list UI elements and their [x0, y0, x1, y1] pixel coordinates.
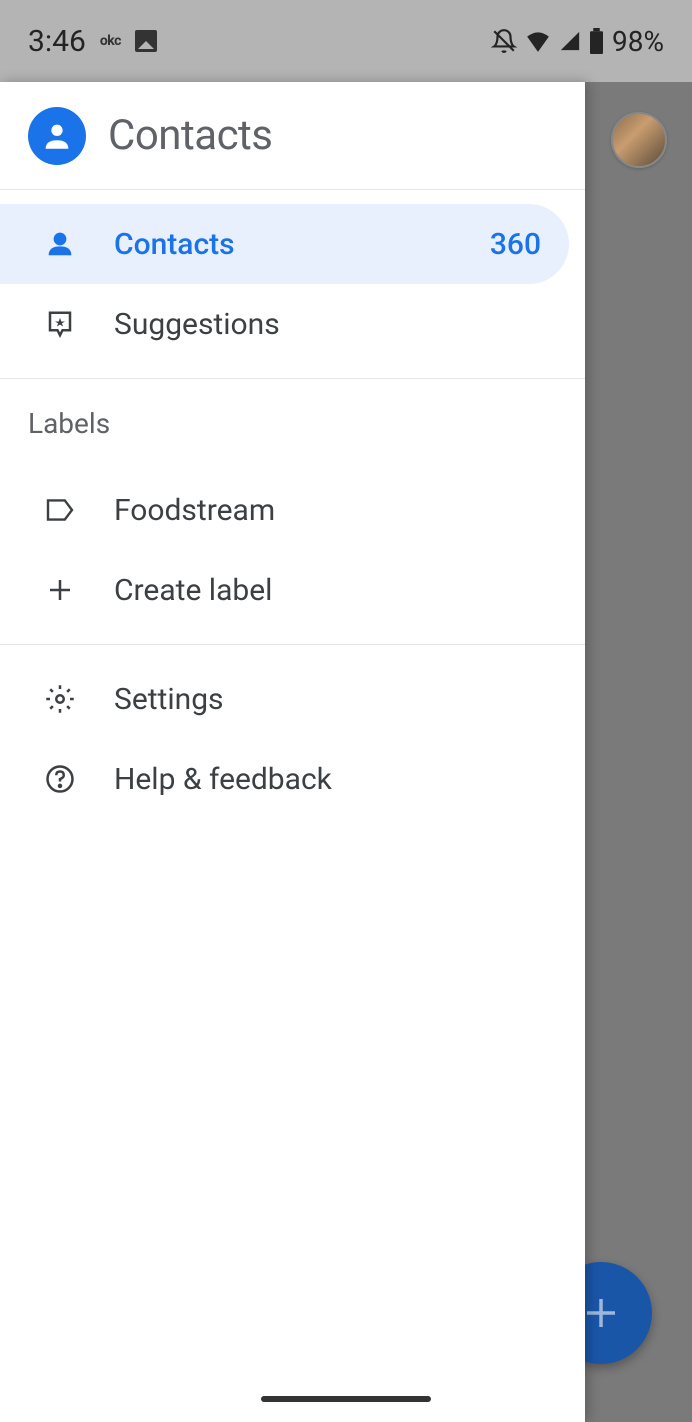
- status-left: 3:46 okc: [28, 24, 157, 59]
- navigation-drawer: Contacts Contacts 360 Suggestions Lab: [0, 82, 585, 1422]
- plus-icon: [44, 574, 76, 606]
- battery-percentage: 98%: [612, 25, 664, 58]
- signal-icon: [559, 30, 581, 52]
- okc-icon: okc: [100, 33, 121, 49]
- person-icon: [44, 228, 76, 260]
- nav-item-label: Create label: [114, 573, 557, 608]
- nav-item-label: Foodstream: [114, 493, 557, 528]
- drawer-header: Contacts: [0, 82, 585, 190]
- labels-section-header: Labels: [0, 379, 585, 456]
- nav-item-settings[interactable]: Settings: [0, 659, 585, 739]
- image-icon: [135, 30, 157, 52]
- nav-item-label: Help & feedback: [114, 762, 557, 797]
- nav-item-help[interactable]: Help & feedback: [0, 739, 585, 819]
- drawer-labels-section: Foodstream Create label: [0, 456, 585, 644]
- status-time: 3:46: [28, 24, 86, 59]
- wifi-icon: [525, 30, 551, 52]
- label-icon: [44, 494, 76, 526]
- drawer-main-section: Contacts 360 Suggestions: [0, 190, 585, 378]
- nav-item-suggestions[interactable]: Suggestions: [0, 284, 585, 364]
- avatar[interactable]: [611, 112, 667, 168]
- status-right: 98%: [491, 25, 664, 58]
- suggestions-icon: [44, 308, 76, 340]
- status-bar: 3:46 okc 98%: [0, 0, 692, 82]
- nav-item-label: Contacts: [114, 227, 452, 262]
- drawer-title: Contacts: [108, 111, 272, 160]
- nav-item-label: Settings: [114, 682, 557, 717]
- nav-item-label-foodstream[interactable]: Foodstream: [0, 470, 585, 550]
- nav-item-create-label[interactable]: Create label: [0, 550, 585, 630]
- help-icon: [44, 763, 76, 795]
- notifications-off-icon: [491, 28, 517, 54]
- nav-item-count: 360: [490, 227, 541, 262]
- battery-icon: [589, 28, 604, 54]
- home-indicator[interactable]: [261, 1396, 431, 1402]
- gear-icon: [44, 683, 76, 715]
- drawer-bottom-section: Settings Help & feedback: [0, 645, 585, 833]
- contacts-logo-icon: [28, 107, 86, 165]
- nav-item-label: Suggestions: [114, 307, 557, 342]
- nav-item-contacts[interactable]: Contacts 360: [0, 204, 569, 284]
